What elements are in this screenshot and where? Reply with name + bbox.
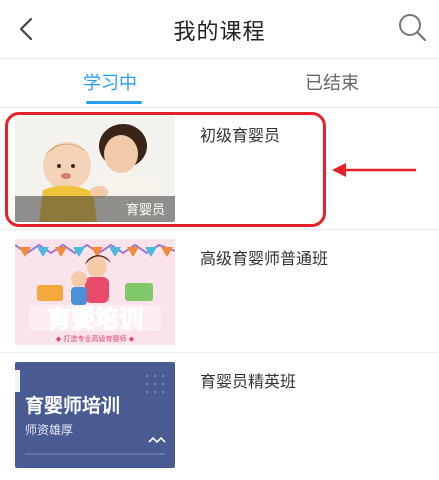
- thumb-subtitle: ◆ 打造专业高级育婴师 ◆: [56, 334, 135, 343]
- page-title: 我的课程: [173, 20, 266, 45]
- arrow-left-icon: [332, 163, 416, 177]
- tab-learning[interactable]: 学习中: [30, 69, 190, 95]
- row-divider: [0, 229, 439, 230]
- highlight-box: [5, 112, 326, 227]
- course-thumbnail: 育婴培训 ◆ 打造专业高级育婴师 ◆: [15, 239, 175, 345]
- tab-finished[interactable]: 已结束: [252, 69, 412, 95]
- nanny-training-card: 育婴师培训 师资雄厚: [15, 362, 175, 468]
- thumb-subtitle: 师资雄厚: [25, 422, 73, 437]
- thumb-title: 育婴培训: [47, 305, 143, 333]
- course-tabs: 学习中 已结束: [0, 59, 439, 107]
- childcare-training-banner: 育婴培训 ◆ 打造专业高级育婴师 ◆: [15, 239, 175, 345]
- course-item[interactable]: 育婴培训 ◆ 打造专业高级育婴师 ◆ 高级育婴师普通班: [0, 231, 439, 353]
- course-name: 育婴员精英班: [200, 372, 297, 391]
- course-thumbnail: 育婴师培训 师资雄厚: [15, 362, 175, 468]
- search-icon[interactable]: [395, 10, 429, 44]
- thumb-title: 育婴师培训: [25, 394, 120, 417]
- course-item[interactable]: 育婴师培训 师资雄厚 育婴员精英班: [0, 354, 439, 476]
- row-divider: [0, 352, 439, 353]
- active-tab-indicator: [86, 101, 142, 104]
- course-name: 高级育婴师普通班: [200, 249, 329, 268]
- top-bar: 我的课程: [0, 0, 439, 58]
